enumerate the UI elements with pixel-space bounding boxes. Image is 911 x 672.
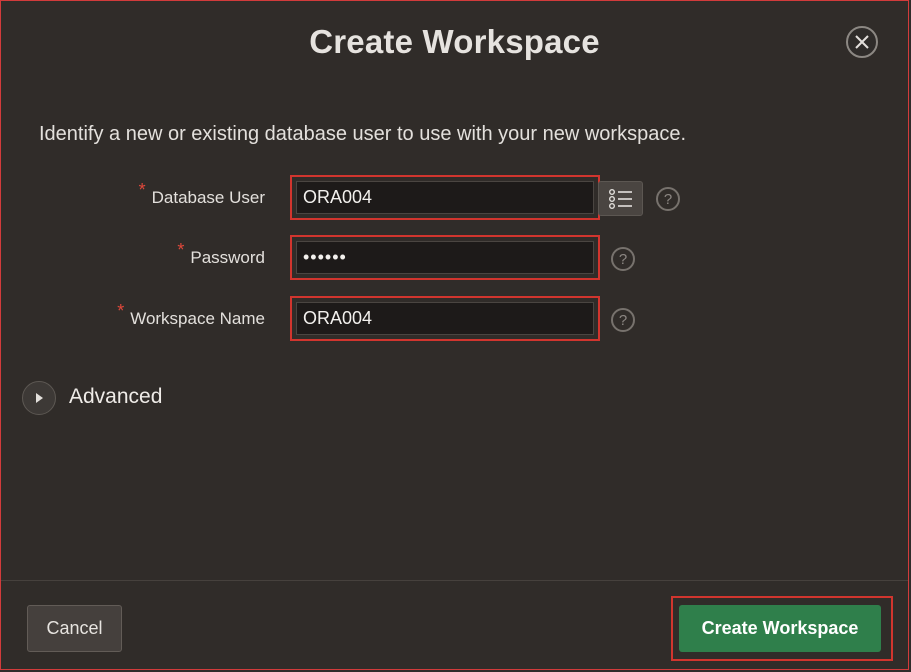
cancel-button[interactable]: Cancel xyxy=(27,605,122,652)
footer-divider xyxy=(1,580,908,581)
database-user-label-text: Database User xyxy=(151,188,265,207)
list-icon xyxy=(608,188,632,209)
workspace-name-help-icon[interactable]: ? xyxy=(611,308,635,332)
database-user-label: * Database User xyxy=(139,180,265,208)
password-help-icon[interactable]: ? xyxy=(611,247,635,271)
workspace-name-label-text: Workspace Name xyxy=(130,309,265,328)
workspace-name-label: * Workspace Name xyxy=(117,301,265,329)
dialog-title: Create Workspace xyxy=(309,23,600,60)
advanced-toggle-button[interactable] xyxy=(22,381,56,415)
advanced-label[interactable]: Advanced xyxy=(69,385,162,409)
workspace-name-highlight: ORA004 xyxy=(290,296,600,341)
database-user-lov-button[interactable] xyxy=(598,181,643,216)
close-icon xyxy=(855,35,869,49)
workspace-name-input[interactable]: ORA004 xyxy=(296,302,594,335)
required-indicator: * xyxy=(177,240,185,260)
close-button[interactable] xyxy=(846,26,878,58)
required-indicator: * xyxy=(138,180,146,200)
database-user-input[interactable]: ORA004 xyxy=(296,181,594,214)
password-label: * Password xyxy=(177,240,265,268)
create-workspace-dialog: Create Workspace Identify a new or exist… xyxy=(0,0,909,670)
password-label-text: Password xyxy=(190,248,265,267)
create-workspace-button[interactable]: Create Workspace xyxy=(679,605,881,652)
database-user-highlight: ORA004 xyxy=(290,175,600,220)
required-indicator: * xyxy=(117,301,125,321)
play-triangle-icon xyxy=(36,393,43,403)
intro-text: Identify a new or existing database user… xyxy=(39,123,687,145)
password-input[interactable]: •••••• xyxy=(296,241,594,274)
password-highlight: •••••• xyxy=(290,235,600,280)
database-user-help-icon[interactable]: ? xyxy=(656,187,680,211)
